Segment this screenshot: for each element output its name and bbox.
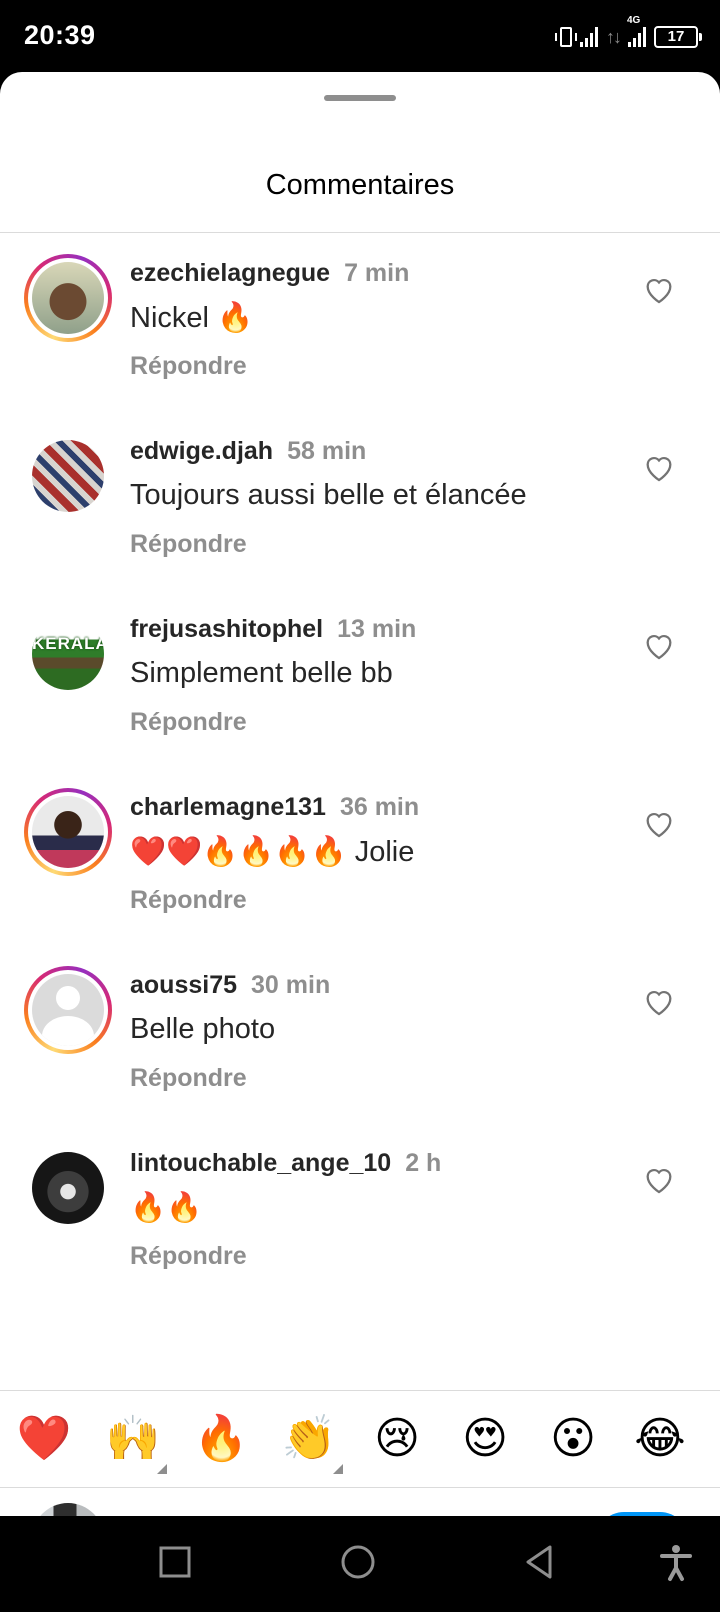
avatar: KERALA: [32, 618, 104, 690]
reply-button[interactable]: Répondre: [130, 1064, 247, 1093]
accessibility-icon[interactable]: [656, 1542, 696, 1582]
like-heart-icon[interactable]: [642, 629, 676, 663]
comment-username[interactable]: charlemagne131 36 min: [130, 793, 419, 822]
comment-composer: 🔥🔥🔥: [0, 1488, 720, 1516]
comment-time: 2 h: [405, 1149, 442, 1177]
vibrate-icon: [555, 27, 577, 47]
like-heart-icon[interactable]: [642, 1163, 676, 1197]
reply-button[interactable]: Répondre: [130, 352, 247, 381]
status-bar: 20:39 ↑↓ 4G 17: [0, 0, 720, 72]
status-time: 20:39: [24, 20, 96, 50]
comments-list[interactable]: ezechielagnegue 7 min Nickel 🔥 Répondre e…: [0, 233, 720, 1390]
default-avatar-icon: [32, 974, 104, 1046]
avatar-wrapper[interactable]: KERALA: [24, 610, 112, 698]
reaction-raising-hands[interactable]: 🙌: [103, 1411, 163, 1467]
comment-item: lintouchable_ange_10 2 h 🔥🔥 Répondre: [0, 1123, 720, 1306]
reaction-surprised[interactable]: 😮: [543, 1411, 603, 1467]
comment-username[interactable]: ezechielagnegue 7 min: [130, 259, 409, 288]
comment-item: charlemagne131 36 min ❤️❤️🔥🔥🔥🔥 Jolie Répo…: [0, 767, 720, 950]
comment-text: ❤️❤️🔥🔥🔥🔥 Jolie: [130, 836, 415, 868]
reply-button[interactable]: Répondre: [130, 530, 247, 559]
square-icon[interactable]: [155, 1542, 195, 1582]
comment-text: 🔥🔥: [130, 1192, 203, 1224]
comment-text: Toujours aussi belle et élancée: [130, 479, 527, 511]
avatar-story-ring[interactable]: [24, 788, 112, 876]
reaction-clapping[interactable]: 👏: [279, 1411, 339, 1467]
comment-username[interactable]: aoussi75 30 min: [130, 971, 330, 1000]
comment-text: Nickel 🔥: [130, 302, 254, 334]
avatar: [32, 796, 104, 868]
network-4g-icon: 4G: [627, 15, 646, 47]
like-heart-icon[interactable]: [642, 273, 676, 307]
reply-button[interactable]: Répondre: [130, 886, 247, 915]
reaction-heart-eyes[interactable]: 😍: [455, 1411, 515, 1467]
avatar: [32, 440, 104, 512]
comment-text: Belle photo: [130, 1013, 276, 1045]
avatar-story-ring[interactable]: [24, 966, 112, 1054]
reaction-heart[interactable]: ❤️: [14, 1411, 74, 1467]
quick-reactions-bar: ❤️ 🙌 🔥 👏 😢 😍 😮 😂: [0, 1391, 720, 1487]
like-heart-icon[interactable]: [642, 451, 676, 485]
network-label: 4G: [627, 15, 641, 26]
avatar-wrapper[interactable]: [24, 432, 112, 520]
comment-time: 13 min: [337, 615, 417, 643]
triangle-back-icon[interactable]: [520, 1542, 560, 1582]
comment-username[interactable]: edwige.djah 58 min: [130, 437, 366, 466]
avatar-wrapper[interactable]: [24, 1144, 112, 1232]
circle-icon[interactable]: [338, 1542, 378, 1582]
comment-item: ezechielagnegue 7 min Nickel 🔥 Répondre: [0, 233, 720, 416]
reply-button[interactable]: Répondre: [130, 1242, 247, 1271]
battery-icon: 17: [654, 26, 702, 48]
comment-username[interactable]: frejusashitophel 13 min: [130, 615, 416, 644]
skin-tone-indicator: [333, 1464, 343, 1474]
avatar-text: KERALA: [32, 634, 104, 653]
reaction-crying[interactable]: 😢: [367, 1411, 427, 1467]
comment-time: 36 min: [339, 793, 420, 821]
my-avatar: [32, 1503, 104, 1516]
comment-item: KERALA frejusashitophel 13 min Simplement…: [0, 589, 720, 772]
avatar-story-ring[interactable]: [24, 254, 112, 342]
comment-time: 58 min: [287, 437, 367, 465]
reaction-fire[interactable]: 🔥: [191, 1411, 251, 1467]
comment-time: 30 min: [251, 971, 331, 999]
like-heart-icon[interactable]: [642, 807, 676, 841]
avatar: [32, 1152, 104, 1224]
comment-username[interactable]: lintouchable_ange_10 2 h: [130, 1149, 441, 1178]
signal-icon: [580, 27, 598, 47]
comment-text: Simplement belle bb: [130, 657, 393, 689]
comment-item: aoussi75 30 min Belle photo Répondre: [0, 945, 720, 1128]
status-icons: ↑↓ 4G 17: [555, 15, 702, 54]
sheet-title: Commentaires: [265, 169, 455, 201]
comment-item: edwige.djah 58 min Toujours aussi belle e…: [0, 411, 720, 594]
system-nav-bar: [0, 1516, 720, 1612]
comments-sheet: Commentaires ezechielagnegue 7 min Nickel…: [0, 72, 720, 1516]
like-heart-icon[interactable]: [642, 985, 676, 1019]
reply-button[interactable]: Répondre: [130, 708, 247, 737]
comment-time: 7 min: [344, 259, 410, 287]
skin-tone-indicator: [157, 1464, 167, 1474]
reaction-laughing[interactable]: 😂: [630, 1411, 690, 1467]
data-arrows-icon: ↑↓: [606, 26, 622, 47]
avatar: [32, 262, 104, 334]
sheet-drag-handle[interactable]: [324, 95, 396, 101]
